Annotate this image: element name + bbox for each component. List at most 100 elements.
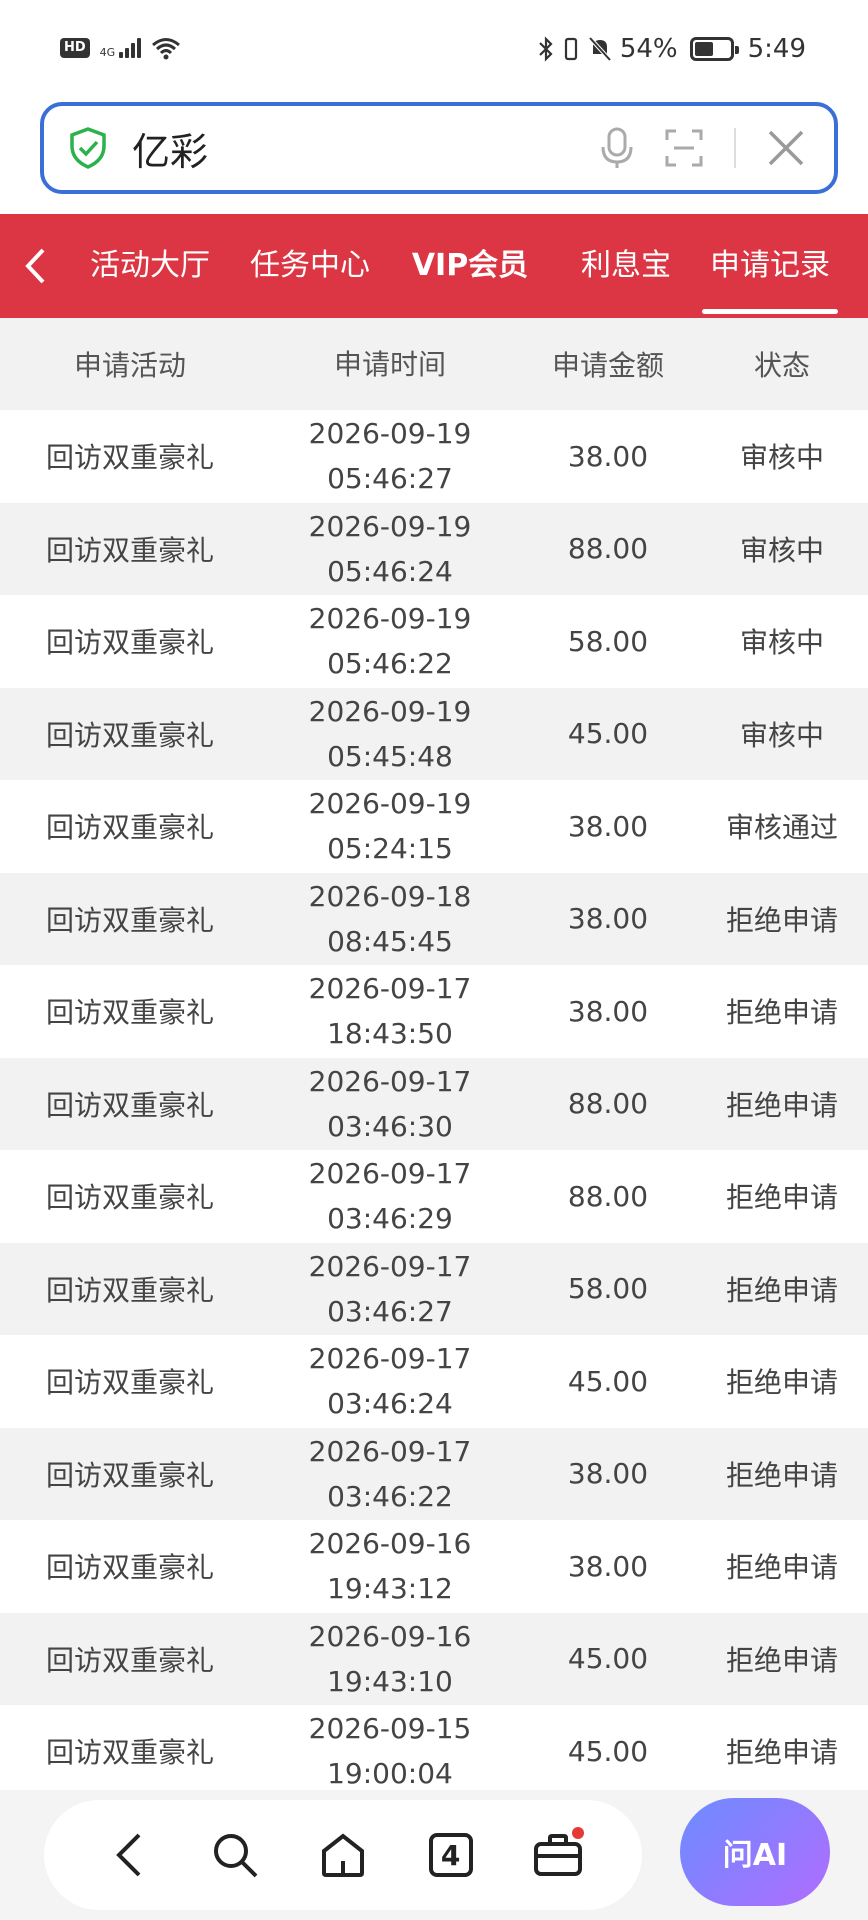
cell-amount: 38.00 (567, 902, 649, 936)
cell-activity: 回访双重豪礼 (45, 1643, 214, 1677)
header-activity: 申请活动 (73, 349, 186, 382)
cell-amount: 38.00 (567, 994, 649, 1028)
cell-date: 2026-09-19 (308, 509, 472, 543)
cell-activity: 回访双重豪礼 (45, 1273, 214, 1307)
table-row: 回访双重豪礼 2026-09-17 03:46:30 88.00 拒绝申请 (0, 1057, 868, 1150)
cell-date: 2026-09-19 (308, 694, 472, 728)
cell-time: 2026-09-17 03:46:27 (260, 1244, 520, 1334)
browser-toolbar: 4 (44, 1800, 642, 1910)
cell-amount: 58.00 (567, 1272, 649, 1306)
cell-activity: 回访双重豪礼 (45, 1551, 214, 1585)
address-search-bar[interactable]: 亿彩 (40, 102, 838, 194)
cell-status: 拒绝申请 (725, 1551, 838, 1585)
chevron-left-icon (115, 1833, 141, 1877)
cell-activity: 回访双重豪礼 (45, 996, 214, 1030)
tab-task-center[interactable]: 任务中心 (230, 214, 390, 318)
hd-badge: HD (60, 38, 90, 58)
browser-bottom-bar: 4 问AI (0, 1790, 868, 1920)
cell-activity: 回访双重豪礼 (45, 1366, 214, 1400)
table-row: 回访双重豪礼 2026-09-16 19:43:12 38.00 拒绝申请 (0, 1520, 868, 1613)
wifi-icon (152, 38, 181, 60)
cell-time: 2026-09-19 05:46:27 (260, 411, 520, 501)
close-icon[interactable] (766, 128, 806, 168)
cell-date: 2026-09-17 (308, 1249, 472, 1283)
cell-amount: 88.00 (567, 532, 649, 566)
back-nav-button[interactable] (98, 1825, 158, 1885)
home-button[interactable] (313, 1825, 373, 1885)
cell-date: 2026-09-15 (308, 1712, 472, 1746)
table-row: 回访双重豪礼 2026-09-19 05:46:24 88.00 审核中 (0, 502, 868, 595)
cell-clock-time: 03:46:30 (327, 1109, 453, 1143)
cell-clock-time: 08:45:45 (327, 924, 453, 958)
cell-time: 2026-09-19 05:46:24 (260, 504, 520, 594)
mute-bell-icon (588, 36, 612, 62)
cell-amount: 45.00 (567, 717, 649, 751)
ask-ai-button[interactable]: 问AI (680, 1798, 830, 1906)
cell-status: 审核中 (739, 533, 824, 567)
cell-amount: 38.00 (567, 439, 649, 473)
divider (734, 128, 736, 168)
cell-date: 2026-09-17 (308, 972, 472, 1006)
header-time: 申请时间 (333, 347, 446, 381)
bluetooth-icon (539, 36, 553, 62)
chevron-left-icon (25, 248, 45, 284)
cell-clock-time: 05:46:24 (327, 554, 453, 588)
cell-activity: 回访双重豪礼 (45, 626, 214, 660)
cell-status: 拒绝申请 (725, 1088, 838, 1122)
table-row: 回访双重豪礼 2026-09-17 03:46:29 88.00 拒绝申请 (0, 1150, 868, 1243)
cell-activity: 回访双重豪礼 (45, 1736, 214, 1770)
cell-date: 2026-09-18 (308, 879, 472, 913)
briefcase-icon (534, 1834, 583, 1876)
tab-interest[interactable]: 利息宝 (550, 214, 702, 318)
cell-date: 2026-09-17 (308, 1342, 472, 1376)
cell-time: 2026-09-19 05:45:48 (260, 689, 520, 779)
cell-date: 2026-09-19 (308, 787, 472, 821)
cell-date: 2026-09-17 (308, 1064, 472, 1098)
header-amount: 申请金额 (551, 349, 664, 382)
search-actions (600, 126, 806, 170)
microphone-icon[interactable] (600, 126, 634, 170)
tab-count: 4 (440, 1838, 461, 1872)
table-row: 回访双重豪礼 2026-09-19 05:46:22 58.00 审核中 (0, 595, 868, 688)
toolbox-button[interactable] (528, 1825, 588, 1885)
table-row: 回访双重豪礼 2026-09-19 05:45:48 45.00 审核中 (0, 687, 868, 780)
battery-percent: 54% (619, 34, 678, 64)
top-nav: 活动大厅 任务中心 VIP会员 利息宝 申请记录 (0, 214, 868, 318)
cell-clock-time: 05:45:48 (327, 739, 453, 773)
cell-time: 2026-09-17 03:46:22 (260, 1429, 520, 1519)
table-row: 回访双重豪礼 2026-09-17 03:46:22 38.00 拒绝申请 (0, 1427, 868, 1520)
cell-date: 2026-09-19 (308, 602, 472, 636)
cell-status: 拒绝申请 (725, 1643, 838, 1677)
cell-time: 2026-09-19 05:24:15 (260, 781, 520, 871)
cell-time: 2026-09-17 03:46:30 (260, 1059, 520, 1149)
back-button[interactable] (0, 214, 70, 318)
cell-clock-time: 05:24:15 (327, 832, 453, 866)
tab-vip[interactable]: VIP会员 (390, 214, 550, 318)
cell-status: 拒绝申请 (725, 1366, 838, 1400)
table-row: 回访双重豪礼 2026-09-19 05:24:15 38.00 审核通过 (0, 780, 868, 873)
tab-application-records[interactable]: 申请记录 (702, 214, 838, 318)
search-query[interactable]: 亿彩 (132, 121, 600, 176)
cell-status: 审核中 (739, 718, 824, 752)
cell-activity: 回访双重豪礼 (45, 811, 214, 845)
cell-clock-time: 19:43:10 (327, 1664, 453, 1698)
cell-amount: 45.00 (567, 1734, 649, 1768)
cell-time: 2026-09-18 08:45:45 (260, 874, 520, 964)
cell-status: 拒绝申请 (725, 903, 838, 937)
tabs-button[interactable]: 4 (421, 1825, 481, 1885)
scan-icon[interactable] (664, 128, 704, 168)
cell-clock-time: 19:00:04 (327, 1757, 453, 1790)
clock: 5:49 (747, 34, 806, 64)
cell-signal-icon: 4G (100, 38, 142, 58)
status-bar: HD 4G 54% 5:49 (0, 0, 868, 98)
tab-activity-hall[interactable]: 活动大厅 (70, 214, 230, 318)
cell-amount: 58.00 (567, 624, 649, 658)
cell-activity: 回访双重豪礼 (45, 718, 214, 752)
cell-amount: 45.00 (567, 1364, 649, 1398)
cell-date: 2026-09-17 (308, 1157, 472, 1191)
header-status: 状态 (753, 349, 810, 382)
cell-amount: 38.00 (567, 809, 649, 843)
search-button[interactable] (205, 1825, 265, 1885)
phone-vibrate-icon (564, 37, 577, 61)
cell-status: 拒绝申请 (725, 1273, 838, 1307)
